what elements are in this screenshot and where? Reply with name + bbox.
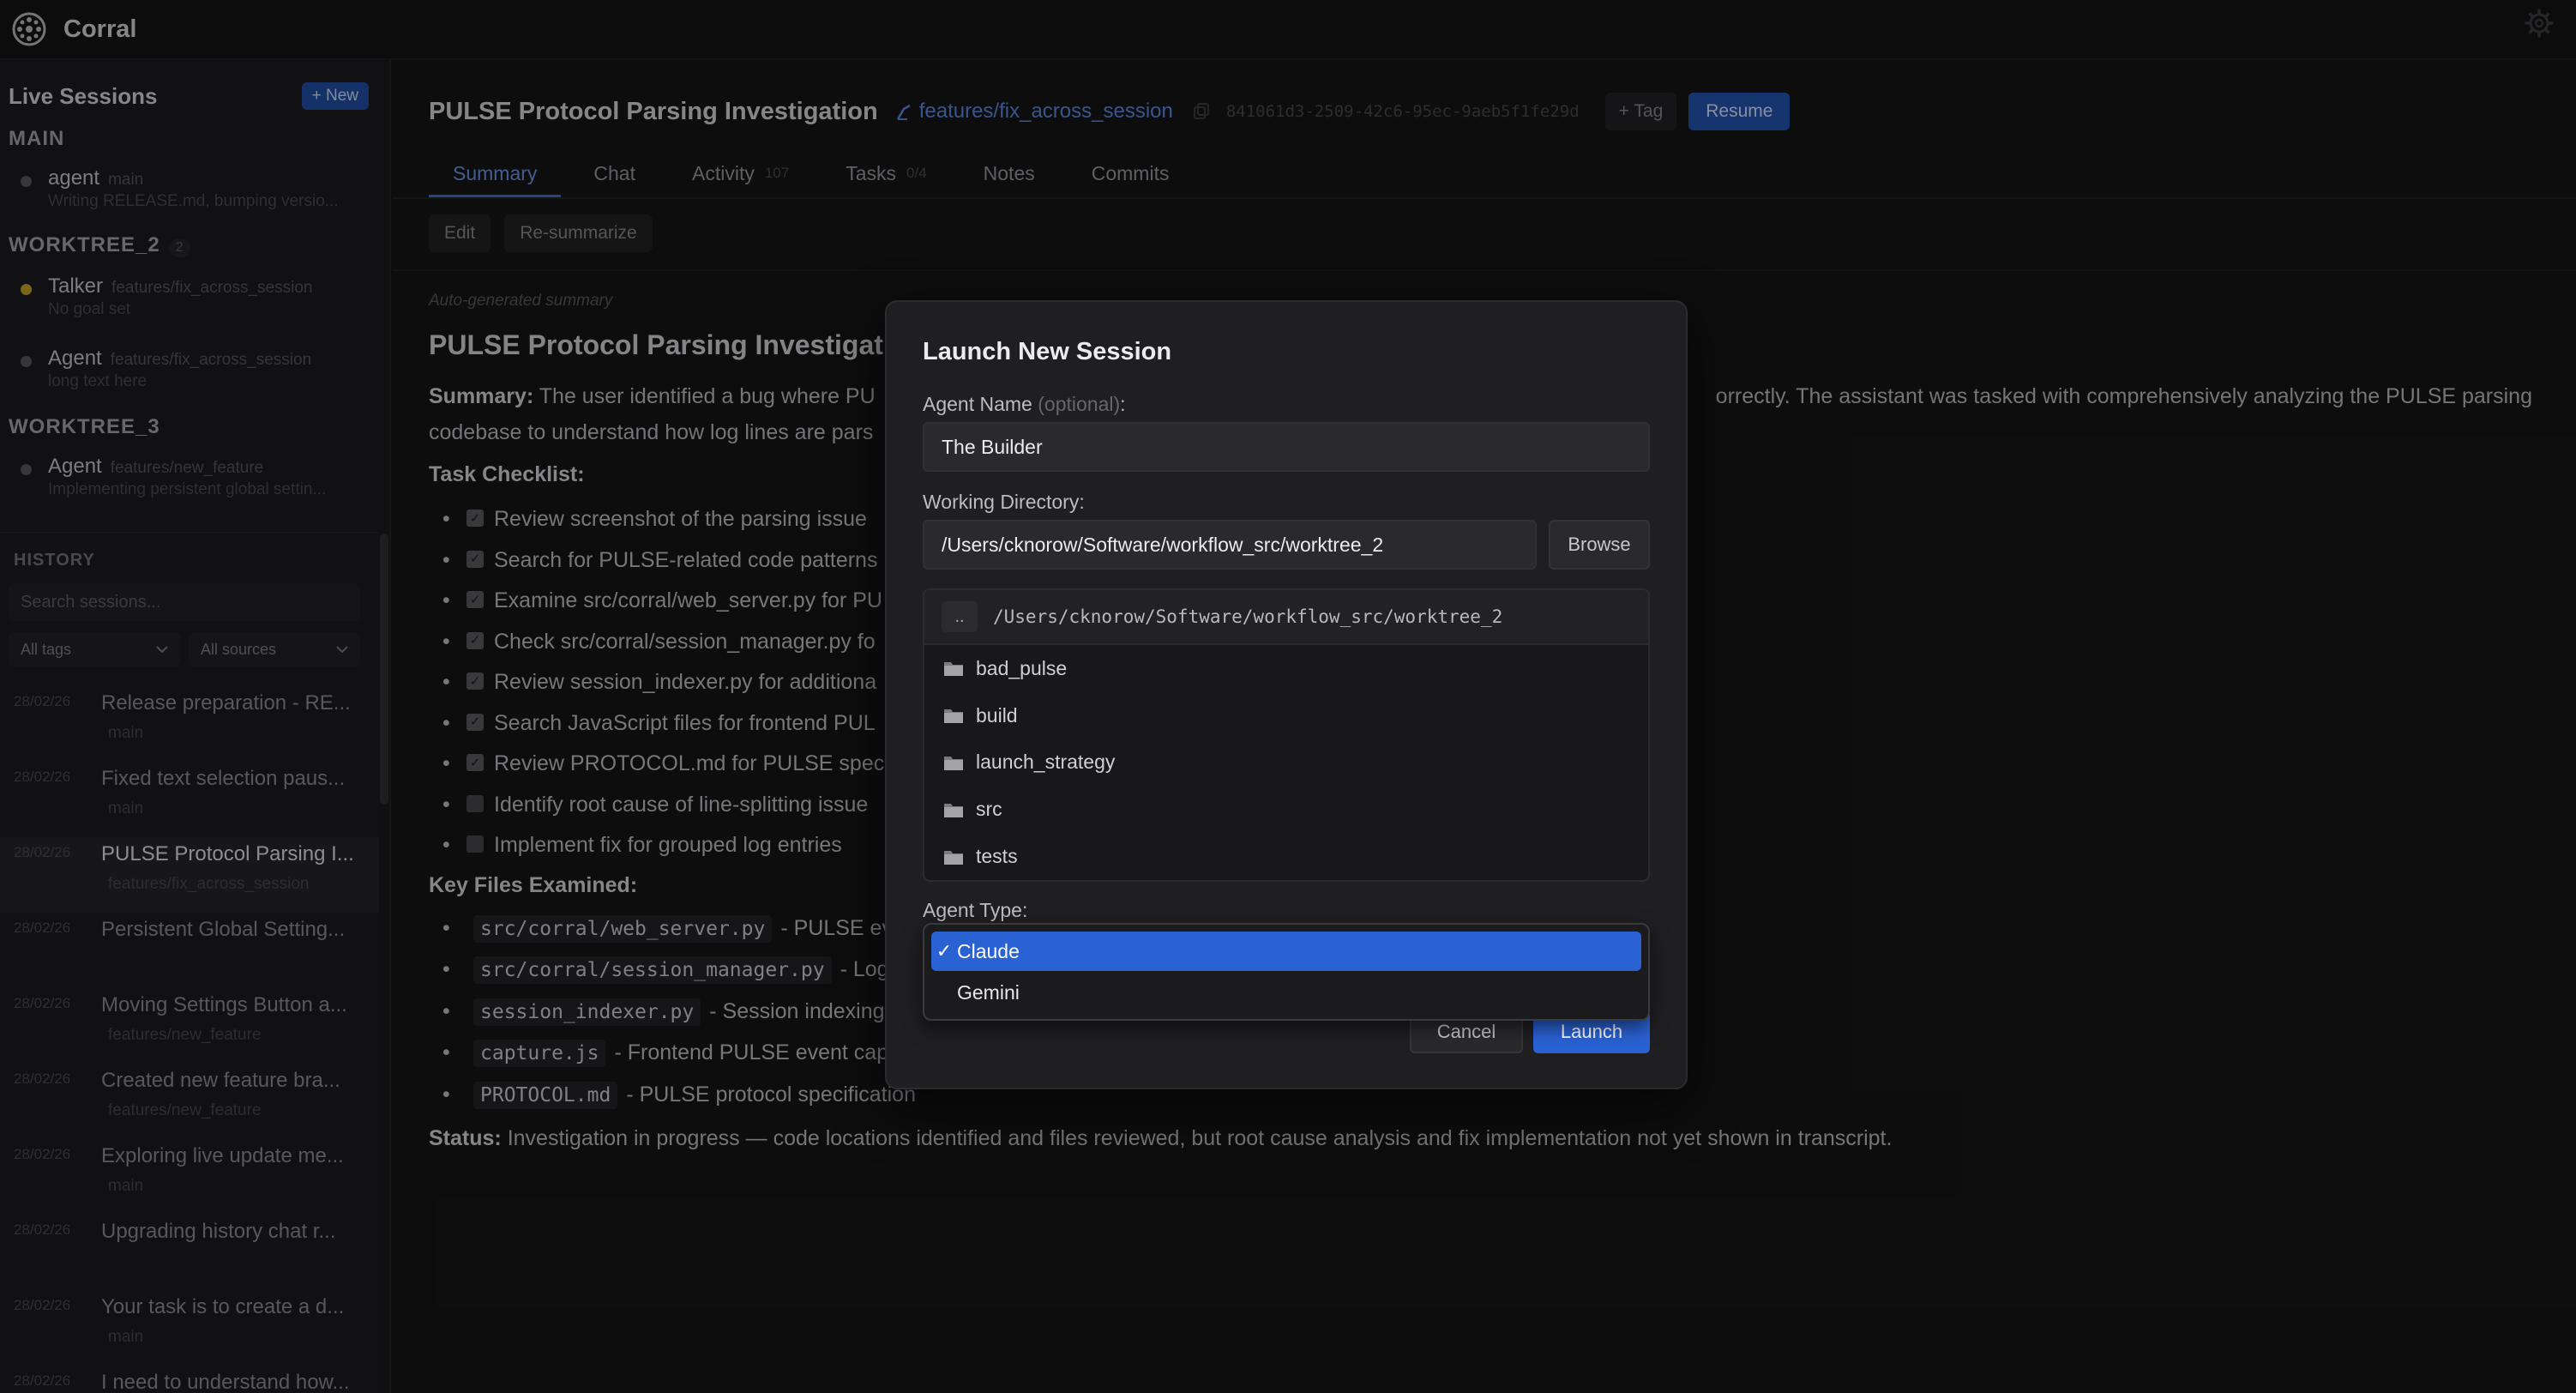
directory-name: tests <box>976 845 1018 868</box>
browse-button[interactable]: Browse <box>1549 520 1650 570</box>
folder-icon <box>944 803 963 817</box>
parent-directory-button[interactable]: .. <box>942 601 978 632</box>
workdir-label: Working Directory: <box>923 491 1085 513</box>
directory-list: bad_pulsebuild launch_strategysrc tests <box>924 645 1648 880</box>
folder-icon <box>944 709 963 724</box>
agent-type-option-claude[interactable]: ✓ Claude <box>931 932 1641 971</box>
agent-name-label-text: Agent Name <box>923 393 1032 415</box>
folder-icon <box>944 662 963 677</box>
directory-name: src <box>976 798 1002 821</box>
directory-path-row: .. /Users/cknorow/Software/workflow_src/… <box>924 590 1648 645</box>
label-colon: : <box>1120 393 1126 415</box>
optional-hint: (optional) <box>1038 393 1121 415</box>
current-directory-path: /Users/cknorow/Software/workflow_src/wor… <box>993 606 1503 627</box>
folder-icon <box>944 756 963 770</box>
directory-item[interactable]: build <box>924 692 1648 739</box>
directory-item[interactable]: launch_strategy <box>924 739 1648 787</box>
agent-name-label: Agent Name (optional): <box>923 393 1126 416</box>
agent-type-label: Agent Type: <box>923 899 1028 921</box>
directory-name: bad_pulse <box>976 656 1068 679</box>
directory-name: build <box>976 703 1018 727</box>
agent-type-label: Claude <box>957 939 1020 962</box>
directory-item[interactable]: src <box>924 786 1648 833</box>
checkmark-icon: ✓ <box>936 940 953 962</box>
folder-icon <box>944 850 963 865</box>
agent-name-input[interactable]: The Builder <box>923 422 1650 472</box>
dialog-title: Launch New Session <box>923 338 1172 365</box>
directory-item[interactable]: tests <box>924 833 1648 880</box>
agent-type-dropdown[interactable]: ✓ Claude Gemini <box>923 923 1650 1021</box>
directory-browser: .. /Users/cknorow/Software/workflow_src/… <box>923 588 1650 882</box>
directory-item[interactable]: bad_pulse <box>924 645 1648 692</box>
agent-type-option-gemini[interactable]: Gemini <box>931 973 1641 1012</box>
launch-session-dialog: Launch New Session Agent Name (optional)… <box>885 300 1688 1089</box>
directory-name: launch_strategy <box>976 751 1116 774</box>
workdir-input[interactable]: /Users/cknorow/Software/workflow_src/wor… <box>923 520 1537 570</box>
agent-type-label: Gemini <box>957 980 1020 1004</box>
